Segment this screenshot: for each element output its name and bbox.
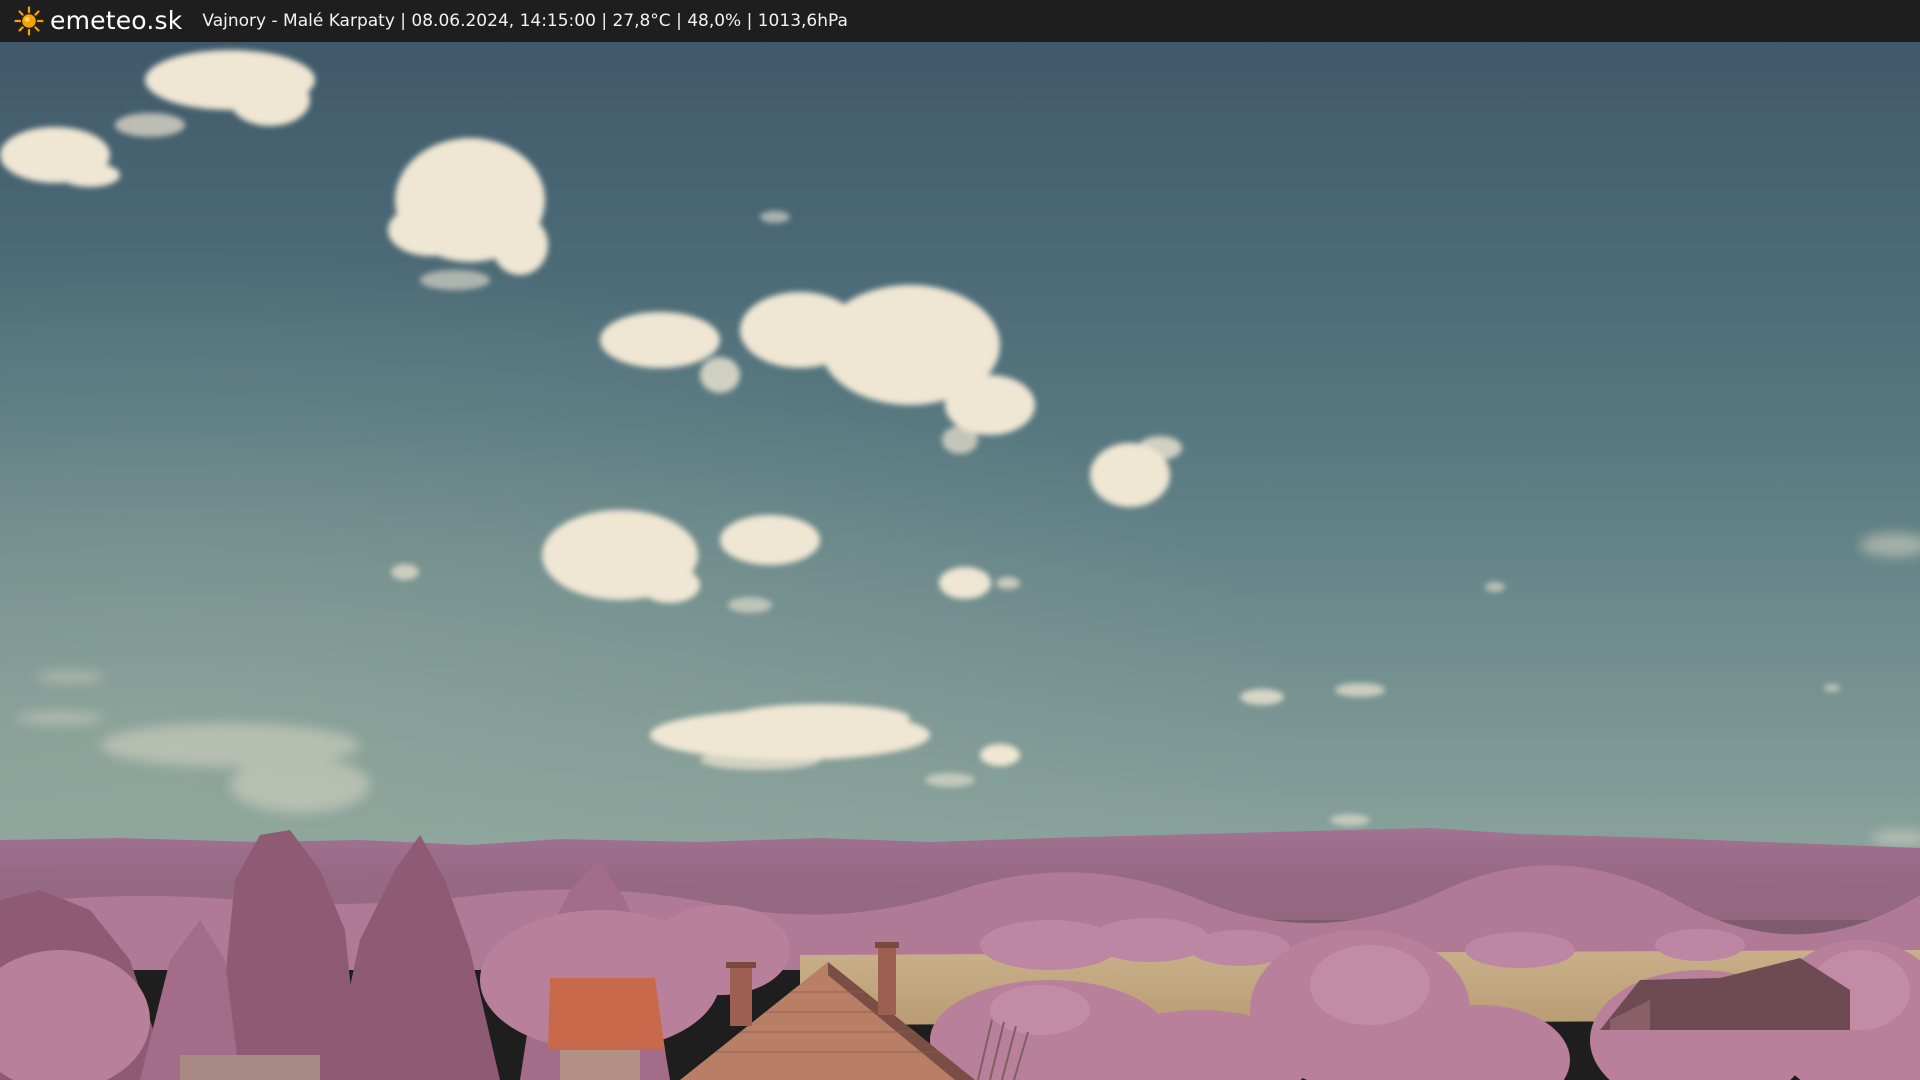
webcam-frame: emeteo.sk Vajnory - Malé Karpaty | 08.06… (0, 0, 1920, 1080)
webcam-image (0, 42, 1920, 1080)
caption-bar: emeteo.sk Vajnory - Malé Karpaty | 08.06… (0, 0, 1920, 42)
sun-icon (14, 6, 44, 36)
brand-name: emeteo.sk (50, 6, 183, 35)
station-caption: Vajnory - Malé Karpaty | 08.06.2024, 14:… (202, 11, 848, 31)
emeteo-logo[interactable]: emeteo.sk (14, 0, 182, 42)
